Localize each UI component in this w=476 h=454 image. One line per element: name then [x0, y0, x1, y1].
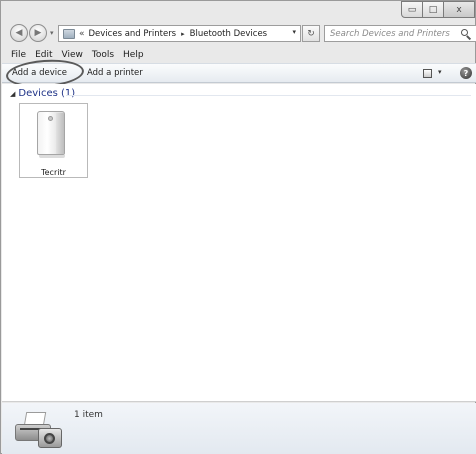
close-button[interactable]: x [444, 1, 475, 18]
collapse-triangle-icon[interactable]: ◢ [10, 90, 15, 98]
address-dropdown[interactable]: ▾ [292, 28, 296, 36]
maximize-button[interactable]: □ [423, 1, 444, 18]
menu-view[interactable]: View [62, 50, 83, 60]
group-header-devices[interactable]: ◢ Devices (1) [10, 88, 75, 99]
group-label: Devices (1) [18, 88, 76, 99]
change-view-icon[interactable] [423, 69, 432, 78]
item-count: 1 item [74, 410, 103, 420]
device-name: Tecritr [41, 168, 66, 177]
search-box[interactable]: Search Devices and Printers [324, 25, 476, 42]
breadcrumb-overflow[interactable]: « [79, 29, 85, 39]
breadcrumb-devices-and-printers[interactable]: Devices and Printers [89, 29, 177, 39]
explorer-window: ▭ □ x ◀ ▶ ▾ « Devices and Printers ▸ Blu… [0, 0, 476, 454]
menu-bar: File Edit View Tools Help [1, 47, 476, 63]
address-row: ◀ ▶ ▾ « Devices and Printers ▸ Bluetooth… [1, 22, 476, 46]
search-icon[interactable] [460, 28, 472, 40]
search-input[interactable]: Search Devices and Printers [330, 29, 460, 39]
device-tile-tecritr[interactable]: Tecritr [19, 103, 88, 178]
address-bar[interactable]: « Devices and Printers ▸ Bluetooth Devic… [58, 25, 301, 42]
add-printer-button[interactable]: Add a printer [77, 68, 153, 78]
device-list[interactable]: ◢ Devices (1) Tecritr [2, 84, 476, 402]
details-pane: 1 item [2, 403, 476, 454]
printer-camera-icon [15, 412, 65, 450]
control-panel-folder-icon [63, 28, 75, 39]
recent-pages-dropdown[interactable]: ▾ [50, 29, 54, 37]
help-icon[interactable]: ? [460, 67, 472, 79]
menu-help[interactable]: Help [123, 50, 144, 60]
menu-file[interactable]: File [11, 50, 26, 60]
speaker-icon [37, 111, 65, 158]
breadcrumb-bluetooth-devices[interactable]: Bluetooth Devices [190, 29, 267, 39]
add-device-button[interactable]: Add a device [12, 68, 67, 78]
forward-button[interactable]: ▶ [29, 24, 47, 42]
minimize-button[interactable]: ▭ [401, 1, 423, 18]
refresh-button[interactable]: ↻ [302, 25, 320, 42]
group-divider [66, 95, 471, 96]
menu-edit[interactable]: Edit [35, 50, 52, 60]
view-options-dropdown[interactable]: ▾ [438, 68, 442, 76]
menu-tools[interactable]: Tools [92, 50, 114, 60]
caption-buttons: ▭ □ x [401, 1, 475, 19]
back-button[interactable]: ◀ [10, 24, 28, 42]
breadcrumb-separator-arrow-icon[interactable]: ▸ [181, 30, 185, 38]
command-bar: Add a device Add a printer ▾ ? [2, 63, 476, 83]
